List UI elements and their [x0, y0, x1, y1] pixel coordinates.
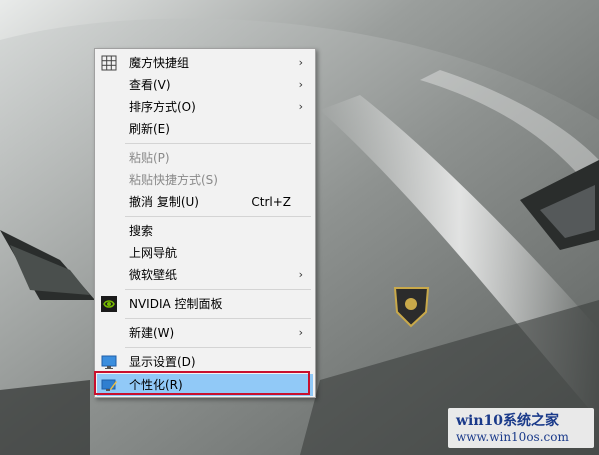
- personalize-icon: [101, 377, 117, 393]
- submenu-arrow-icon: ›: [298, 100, 303, 113]
- menu-item-personalize[interactable]: 个性化(R): [97, 374, 313, 396]
- menu-item-paste: 粘贴(P): [97, 147, 313, 169]
- menu-item-label: 粘贴(P): [129, 151, 170, 165]
- menu-item-label: 刷新(E): [129, 122, 170, 136]
- shortcut-text: Ctrl+Z: [251, 195, 291, 209]
- menu-separator: [125, 318, 311, 319]
- menu-item-label: 上网导航: [129, 246, 178, 260]
- submenu-arrow-icon: ›: [298, 268, 303, 281]
- menu-item-web-navigation[interactable]: 上网导航: [97, 242, 313, 264]
- submenu-arrow-icon: ›: [298, 56, 303, 69]
- menu-separator: [125, 289, 311, 290]
- watermark-title: win10系统之家: [456, 413, 560, 429]
- nvidia-icon: [101, 296, 117, 312]
- menu-item-sort-by[interactable]: 排序方式(O) ›: [97, 96, 313, 118]
- site-watermark: win10系统之家 www.win10os.com: [448, 408, 594, 448]
- menu-item-label: 个性化(R): [129, 378, 183, 392]
- menu-item-view[interactable]: 查看(V) ›: [97, 74, 313, 96]
- menu-item-microsoft-wallpaper[interactable]: 微软壁纸 ›: [97, 264, 313, 286]
- menu-item-label: 魔方快捷组: [129, 56, 190, 70]
- menu-item-label: 撤消 复制(U): [129, 195, 199, 209]
- menu-item-nvidia-control-panel[interactable]: NVIDIA 控制面板: [97, 293, 313, 315]
- submenu-arrow-icon: ›: [298, 326, 303, 339]
- submenu-arrow-icon: ›: [298, 78, 303, 91]
- menu-item-label: 显示设置(D): [129, 355, 196, 369]
- watermark-url: www.win10os.com: [456, 430, 569, 444]
- menu-separator: [125, 347, 311, 348]
- menu-item-paste-shortcut: 粘贴快捷方式(S): [97, 169, 313, 191]
- menu-item-label: NVIDIA 控制面板: [129, 297, 223, 311]
- menu-item-label: 查看(V): [129, 78, 171, 92]
- menu-item-label: 微软壁纸: [129, 268, 178, 282]
- menu-item-label: 粘贴快捷方式(S): [129, 173, 218, 187]
- menu-item-mofang-shortcuts[interactable]: 魔方快捷组 ›: [97, 52, 313, 74]
- grid-icon: [101, 55, 117, 71]
- menu-item-refresh[interactable]: 刷新(E): [97, 118, 313, 140]
- menu-separator: [125, 143, 311, 144]
- menu-item-display-settings[interactable]: 显示设置(D): [97, 351, 313, 373]
- menu-separator: [125, 216, 311, 217]
- menu-item-label: 新建(W): [129, 326, 175, 340]
- menu-item-label: 排序方式(O): [129, 100, 196, 114]
- menu-item-new[interactable]: 新建(W) ›: [97, 322, 313, 344]
- menu-item-label: 搜索: [129, 224, 154, 238]
- menu-item-search[interactable]: 搜索: [97, 220, 313, 242]
- display-icon: [101, 354, 117, 370]
- menu-item-undo-copy[interactable]: 撤消 复制(U) Ctrl+Z: [97, 191, 313, 213]
- desktop-context-menu: 魔方快捷组 › 查看(V) › 排序方式(O) › 刷新(E) 粘贴(P) 粘贴…: [94, 48, 316, 398]
